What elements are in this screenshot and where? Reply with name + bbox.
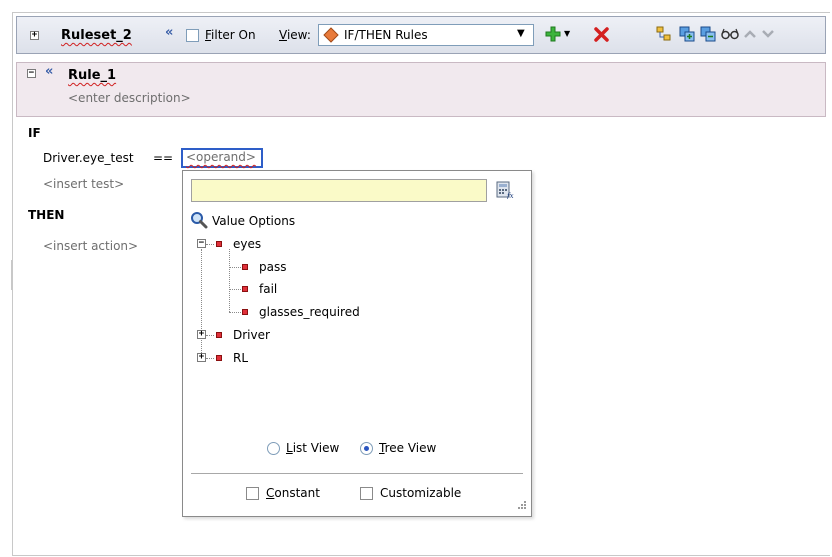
- tree-view-radio[interactable]: [360, 442, 373, 455]
- if-label: IF: [28, 126, 41, 140]
- tree-line: [229, 289, 241, 290]
- expression-builder-icon[interactable]: fx: [496, 181, 514, 199]
- tree-icon[interactable]: [656, 26, 672, 42]
- expand-driver-icon[interactable]: +: [197, 330, 206, 339]
- node-icon: [242, 309, 248, 315]
- list-view-radio[interactable]: [267, 442, 280, 455]
- rule-description[interactable]: <enter description>: [68, 91, 191, 105]
- view-select[interactable]: IF/THEN Rules ▼: [318, 24, 534, 46]
- collapse-rule-icon[interactable]: −: [27, 69, 36, 78]
- view-select-value: IF/THEN Rules: [344, 28, 428, 42]
- move-down-icon[interactable]: [762, 29, 774, 39]
- add-icon[interactable]: [545, 26, 561, 42]
- tree-line: [229, 312, 241, 313]
- copy-icon[interactable]: [679, 26, 695, 42]
- tree-line: [206, 335, 214, 336]
- tree-item-fail[interactable]: fail: [259, 282, 277, 296]
- popup-divider: [191, 473, 523, 474]
- collapse-chevron-icon[interactable]: «: [165, 25, 173, 40]
- constant-label: Constant: [266, 486, 320, 500]
- resize-grip-icon[interactable]: [515, 499, 527, 511]
- delete-icon[interactable]: [594, 27, 609, 42]
- filter-label: Filter On: [205, 28, 256, 42]
- node-icon: [242, 286, 248, 292]
- node-icon: [216, 332, 222, 338]
- customizable-checkbox[interactable]: [360, 487, 373, 500]
- rule-chevron-icon[interactable]: «: [45, 64, 53, 79]
- right-operand[interactable]: <operand>: [186, 150, 256, 164]
- view-label: View:: [279, 28, 311, 42]
- expand-ruleset-icon[interactable]: +: [30, 31, 39, 40]
- customizable-label: Customizable: [380, 486, 462, 500]
- tree-item-pass[interactable]: pass: [259, 260, 286, 274]
- tree-line: [229, 249, 230, 312]
- tree-item-rl[interactable]: RL: [233, 351, 248, 365]
- then-label: THEN: [28, 208, 65, 222]
- tree-line: [229, 267, 241, 268]
- value-options-label: Value Options: [212, 214, 296, 228]
- node-icon: [242, 264, 248, 270]
- left-operand[interactable]: Driver.eye_test: [43, 151, 134, 165]
- tree-item-eyes[interactable]: eyes: [233, 237, 261, 251]
- move-up-icon[interactable]: [744, 29, 756, 39]
- diamond-icon: [323, 27, 339, 43]
- list-view-label: List View: [286, 441, 340, 455]
- operator[interactable]: ==: [153, 151, 173, 165]
- glasses-icon[interactable]: [721, 28, 739, 40]
- expand-rl-icon[interactable]: +: [197, 353, 206, 362]
- collapse-eyes-icon[interactable]: −: [197, 239, 206, 248]
- node-icon: [216, 241, 222, 247]
- insert-test[interactable]: <insert test>: [43, 177, 124, 191]
- tree-line: [201, 249, 202, 357]
- value-input[interactable]: [191, 179, 487, 202]
- constant-checkbox[interactable]: [246, 487, 259, 500]
- tree-item-glasses-required[interactable]: glasses_required: [259, 305, 360, 319]
- search-icon: [191, 212, 208, 229]
- left-divider: [11, 260, 15, 290]
- tree-view-label: Tree View: [379, 441, 437, 455]
- tree-line: [206, 244, 214, 245]
- ruleset-name[interactable]: Ruleset_2: [61, 28, 132, 43]
- add-dropdown-icon[interactable]: ▼: [564, 29, 570, 38]
- dropdown-arrow-icon[interactable]: ▼: [517, 28, 525, 39]
- paste-icon[interactable]: [700, 26, 716, 42]
- rule-header: [16, 62, 826, 117]
- insert-action[interactable]: <insert action>: [43, 239, 138, 253]
- tree-item-driver[interactable]: Driver: [233, 328, 270, 342]
- filter-checkbox[interactable]: [186, 29, 199, 42]
- svg-text:fx: fx: [506, 192, 514, 199]
- rule-name[interactable]: Rule_1: [68, 68, 116, 83]
- node-icon: [216, 355, 222, 361]
- tree-line: [206, 358, 214, 359]
